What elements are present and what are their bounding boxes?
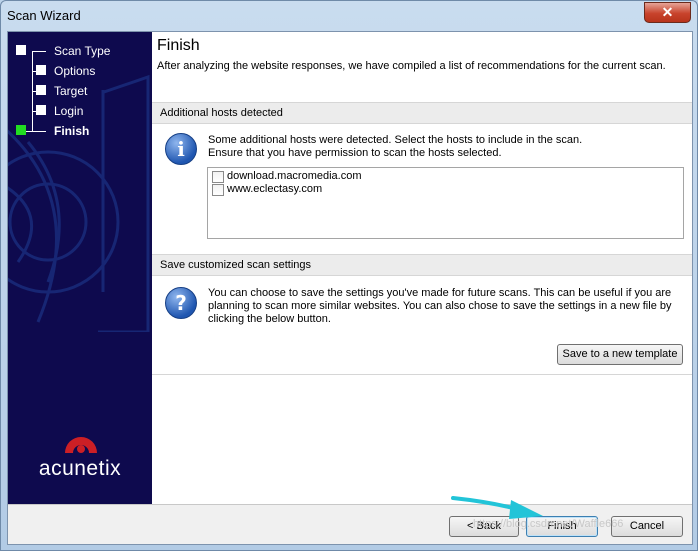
- step-options: Options: [54, 64, 96, 78]
- save-section-header: Save customized scan settings: [152, 254, 692, 276]
- step-marker-options: [36, 65, 46, 75]
- step-marker-target: [36, 85, 46, 95]
- wizard-steps: Scan Type Options Target Login Finish: [8, 32, 152, 152]
- wizard-sidebar: Scan Type Options Target Login Finish ac…: [8, 32, 152, 504]
- acunetix-logo-text: acunetix: [38, 457, 122, 480]
- step-tree-line: [32, 52, 33, 132]
- step-login: Login: [54, 104, 84, 118]
- watermark-text: https://blog.csdn.net/Waffle666: [473, 518, 624, 530]
- content-divider: [152, 374, 692, 375]
- step-marker-finish: [16, 125, 26, 135]
- step-marker-scan-type: [16, 45, 26, 55]
- save-message: You can choose to save the settings you'…: [208, 287, 672, 325]
- step-target: Target: [54, 84, 88, 98]
- wizard-body: Scan Type Options Target Login Finish ac…: [7, 31, 693, 545]
- save-template-button[interactable]: Save to a new template: [557, 344, 683, 365]
- page-header: Finish After analyzing the website respo…: [152, 32, 692, 103]
- hosts-list[interactable]: download.macromedia.com www.eclectasy.co…: [207, 167, 684, 239]
- step-scan-type: Scan Type: [54, 44, 111, 58]
- step-finish: Finish: [54, 124, 90, 138]
- host-label: download.macromedia.com: [227, 170, 362, 182]
- page-description: After analyzing the website responses, w…: [157, 60, 666, 72]
- page-title: Finish: [157, 37, 200, 54]
- acunetix-logo-icon: [65, 437, 97, 453]
- info-icon: i: [165, 133, 197, 165]
- save-section-title: Save customized scan settings: [160, 259, 312, 271]
- host-label: www.eclectasy.com: [227, 183, 323, 195]
- footer-divider: [8, 504, 692, 505]
- hosts-message: Some additional hosts were detected. Sel…: [208, 134, 583, 159]
- close-button[interactable]: ✕: [644, 2, 691, 23]
- hosts-section-header: Additional hosts detected: [152, 102, 692, 124]
- step-marker-login: [36, 105, 46, 115]
- title-bar[interactable]: Scan Wizard ✕: [1, 1, 697, 31]
- close-icon: ✕: [661, 4, 674, 20]
- hosts-section-title: Additional hosts detected: [160, 107, 283, 119]
- host-checkbox[interactable]: [212, 171, 224, 183]
- host-checkbox[interactable]: [212, 184, 224, 196]
- scan-wizard-window: Scan Wizard ✕ Scan Type Options Target L…: [0, 0, 698, 551]
- window-title: Scan Wizard: [7, 8, 81, 23]
- help-icon: ?: [165, 287, 197, 319]
- wizard-content: Finish After analyzing the website respo…: [152, 32, 692, 504]
